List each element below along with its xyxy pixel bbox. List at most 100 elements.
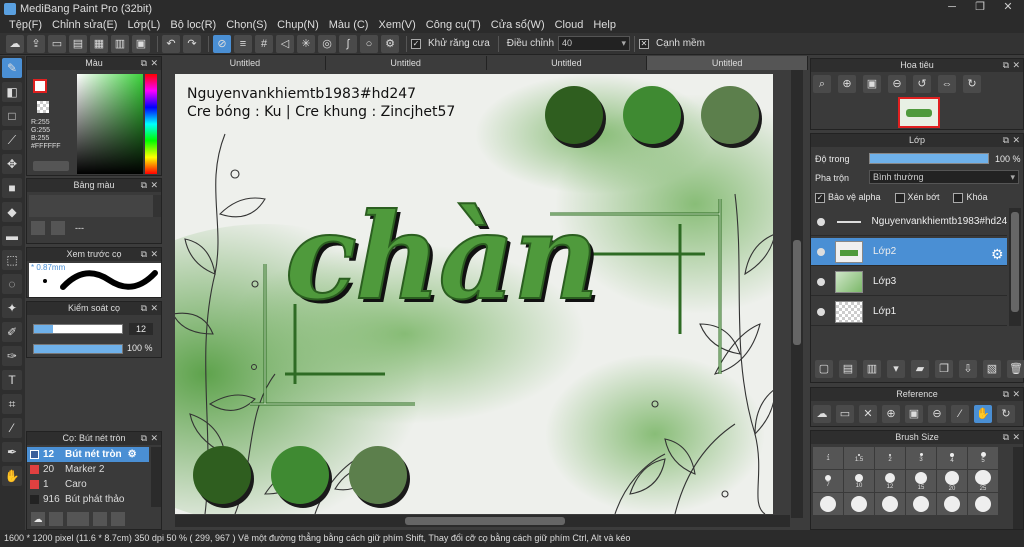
- brush-item[interactable]: 12 Bút nét tròn ⚙: [27, 447, 149, 462]
- layer-settings-icon[interactable]: ⚙: [991, 246, 1004, 263]
- brush-size-cell[interactable]: 10: [844, 470, 874, 492]
- add-layer-menu-icon[interactable]: ▾: [887, 360, 905, 378]
- visibility-eye-icon[interactable]: [817, 277, 825, 286]
- close-panel-icon[interactable]: ✕: [150, 302, 158, 315]
- brush-menu-icon[interactable]: [67, 512, 89, 526]
- folder-icon[interactable]: [111, 512, 125, 526]
- zoom-in-icon[interactable]: ⊕: [838, 75, 856, 93]
- menu-help[interactable]: Help: [588, 19, 621, 31]
- rotate-icon[interactable]: ↻: [997, 405, 1015, 423]
- menu-edit[interactable]: Chỉnh sửa(E): [47, 19, 122, 31]
- actual-size-icon[interactable]: ▣: [863, 75, 881, 93]
- canvas-vertical-scrollbar[interactable]: [791, 70, 803, 518]
- brush-opacity-slider[interactable]: [33, 344, 123, 354]
- layer-row-selected[interactable]: Lớp2: [811, 238, 1007, 266]
- menu-select[interactable]: Chọn(S): [221, 19, 272, 31]
- brush-size-cell[interactable]: 2: [875, 447, 905, 469]
- rectangle-tool-icon[interactable]: □: [2, 106, 22, 126]
- brush-tool-icon[interactable]: ✎: [2, 58, 22, 78]
- correction-select[interactable]: 40: [558, 36, 631, 51]
- antialias-checkbox[interactable]: ✓: [411, 38, 421, 49]
- soft-edge-checkbox[interactable]: ✕: [639, 38, 650, 49]
- zoom-out-icon[interactable]: ⊖: [928, 405, 946, 423]
- circle-snap-icon[interactable]: ◎: [318, 34, 336, 53]
- cloud-icon[interactable]: ☁: [813, 405, 831, 423]
- divide-tool-icon[interactable]: ⌗: [2, 394, 22, 414]
- close-panel-icon[interactable]: ✕: [1012, 388, 1020, 401]
- menu-tools[interactable]: Công cụ(T): [421, 19, 486, 31]
- folder-icon[interactable]: ▰: [911, 360, 929, 378]
- brush-size-slider[interactable]: [33, 324, 123, 334]
- brush-size-scrollbar[interactable]: [1013, 447, 1023, 529]
- parallel-snap-icon[interactable]: ≡: [234, 34, 252, 53]
- zoom-in-icon[interactable]: ⊕: [882, 405, 900, 423]
- copy-brush-icon[interactable]: [93, 512, 107, 526]
- brush-size-cell[interactable]: [968, 493, 998, 515]
- navigator-thumbnail[interactable]: [898, 97, 940, 128]
- ellipse-snap-icon[interactable]: ○: [360, 34, 378, 53]
- blend-mode-select[interactable]: Bình thường: [869, 170, 1019, 184]
- menu-layer[interactable]: Lớp(L): [122, 19, 165, 31]
- hand-icon[interactable]: ✋: [974, 405, 992, 423]
- snap-settings-icon[interactable]: ⚙: [381, 34, 399, 53]
- protect-alpha-checkbox[interactable]: ✓: [815, 192, 825, 203]
- tab-untitled[interactable]: Untitled: [325, 56, 487, 70]
- new-halftone-layer-icon[interactable]: ▤: [839, 360, 857, 378]
- fill-rect-tool-icon[interactable]: ■: [2, 178, 22, 198]
- visibility-eye-icon[interactable]: [817, 307, 825, 316]
- background-color-swatch[interactable]: [37, 101, 49, 113]
- layer-properties-icon[interactable]: ▧: [983, 360, 1001, 378]
- magic-wand-tool-icon[interactable]: ✦: [2, 298, 22, 318]
- brush-size-cell[interactable]: [844, 493, 874, 515]
- select-tool-icon[interactable]: ⬚: [2, 250, 22, 270]
- zoom-fit-icon[interactable]: ⌕: [813, 75, 831, 93]
- brush-size-cell[interactable]: [937, 493, 967, 515]
- close-panel-icon[interactable]: ✕: [150, 432, 158, 445]
- bucket-tool-icon[interactable]: ◆: [2, 202, 22, 222]
- palette-scrollbar[interactable]: [153, 195, 161, 217]
- layer-row[interactable]: Lớp1: [811, 298, 1007, 326]
- delete-palette-icon[interactable]: [51, 221, 65, 235]
- rotate-right-icon[interactable]: ↻: [963, 75, 981, 93]
- menu-window[interactable]: Cửa sổ(W): [486, 19, 550, 31]
- close-panel-icon[interactable]: ✕: [1012, 59, 1020, 72]
- tab-untitled[interactable]: Untitled: [165, 56, 326, 70]
- brush-size-cell[interactable]: 7: [813, 470, 843, 492]
- hand-tool-icon[interactable]: ✋: [2, 466, 22, 486]
- rotate-left-icon[interactable]: ↺: [913, 75, 931, 93]
- brush-size-value[interactable]: 12: [129, 323, 153, 335]
- tab-untitled-active[interactable]: Untitled: [647, 56, 808, 70]
- layer-list-scrollbar[interactable]: [1009, 208, 1021, 326]
- flip-icon[interactable]: ⇔: [938, 75, 956, 93]
- brush-size-cell[interactable]: 12: [875, 470, 905, 492]
- eraser-tool-icon[interactable]: ◧: [2, 82, 22, 102]
- palette-list[interactable]: [29, 195, 153, 217]
- new-palette-icon[interactable]: [31, 221, 45, 235]
- scroll-thumb[interactable]: [405, 517, 565, 525]
- eyedropper-tool-icon[interactable]: ⁄: [2, 418, 22, 438]
- cloud-icon[interactable]: ☁: [6, 34, 24, 53]
- vanishing-snap-icon[interactable]: ◁: [276, 34, 294, 53]
- menu-view[interactable]: Xem(V): [373, 19, 420, 31]
- brush-size-cell[interactable]: [813, 493, 843, 515]
- layer-row[interactable]: Lớp3: [811, 268, 1007, 296]
- cloud-brush-icon[interactable]: ☁: [31, 512, 45, 526]
- brush-size-cell[interactable]: [875, 493, 905, 515]
- brush-size-cell[interactable]: 1: [813, 447, 843, 469]
- fit-icon[interactable]: ▣: [905, 405, 923, 423]
- tab-untitled[interactable]: Untitled: [486, 56, 648, 70]
- brush-item[interactable]: 916 Bút phát thảo: [27, 492, 149, 507]
- scroll-thumb[interactable]: [793, 240, 801, 345]
- zoom-out-icon[interactable]: ⊖: [888, 75, 906, 93]
- brush-size-cell[interactable]: 15: [906, 470, 936, 492]
- gradient-tool-icon[interactable]: ▬: [2, 226, 22, 246]
- select-eraser-tool-icon[interactable]: ✑: [2, 346, 22, 366]
- brush-size-cell[interactable]: 4: [937, 447, 967, 469]
- brush-list-scrollbar[interactable]: [151, 447, 161, 507]
- close-panel-icon[interactable]: ✕: [1012, 134, 1020, 147]
- brush-item[interactable]: 20 Marker 2: [27, 462, 149, 477]
- select-pen-tool-icon[interactable]: ✐: [2, 322, 22, 342]
- duplicate-layer-icon[interactable]: ❐: [935, 360, 953, 378]
- brush-size-cell[interactable]: 20: [937, 470, 967, 492]
- brush-settings-icon[interactable]: ⚙: [128, 449, 137, 460]
